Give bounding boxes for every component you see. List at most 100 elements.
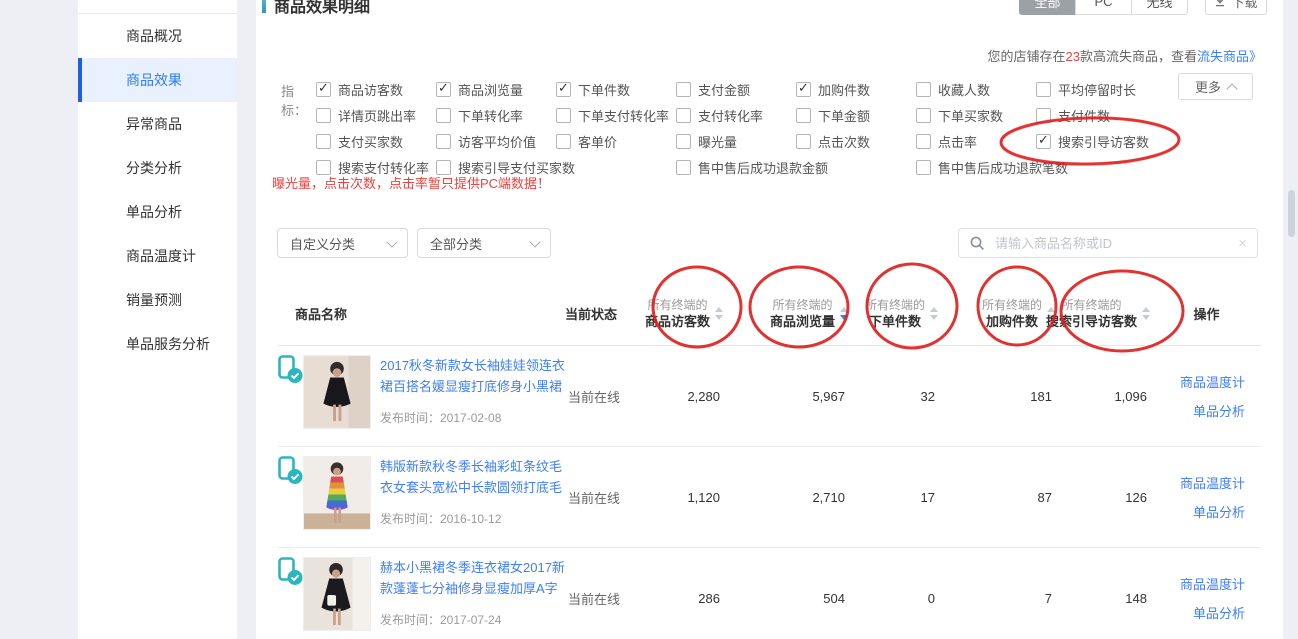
metric-checkbox[interactable]: 商品浏览量 xyxy=(436,80,556,99)
download-button[interactable]: 下载 xyxy=(1205,0,1267,15)
product-image[interactable] xyxy=(303,557,371,631)
segment-all-button[interactable]: 全部 xyxy=(1019,0,1076,15)
sidebar-item-product-effect[interactable]: 商品效果 xyxy=(78,58,237,102)
product-image[interactable] xyxy=(303,355,371,429)
metric-checkbox[interactable]: 访客平均价值 xyxy=(436,132,556,151)
table-row: 2017秋冬新款女长袖娃娃领连衣裙百搭名媛显瘦打底修身小黑裙 发布时间：2017… xyxy=(278,346,1261,447)
sort-asc-icon xyxy=(840,307,848,312)
scrollbar-thumb[interactable] xyxy=(1288,190,1295,237)
product-title-link[interactable]: 2017秋冬新款女长袖娃娃领连衣裙百搭名媛显瘦打底修身小黑裙 xyxy=(380,355,572,397)
metric-checkbox[interactable]: 点击次数 xyxy=(796,132,916,151)
checkbox-icon xyxy=(316,134,331,149)
checkbox-icon xyxy=(676,160,691,175)
single-item-analysis-link[interactable]: 单品分析 xyxy=(1193,401,1245,420)
sidebar-item-sales-forecast[interactable]: 销量预测 xyxy=(78,278,237,322)
product-table: 商品名称 当前状态 所有终端的商品访客数 所有终端的商品浏览量 所有终端的下单件… xyxy=(278,282,1261,639)
metric-checkbox-search-guided-visitors[interactable]: 搜索引导访客数 xyxy=(1036,132,1253,151)
metric-checkbox[interactable]: 支付金额 xyxy=(676,80,796,99)
sort-asc-icon xyxy=(930,307,938,312)
sort-control[interactable] xyxy=(840,307,848,320)
checkbox-icon xyxy=(1036,82,1051,97)
metric-checkbox[interactable]: 加购件数 xyxy=(796,80,916,99)
metric-value: 286 xyxy=(640,591,725,606)
metric-checkbox[interactable]: 下单转化率 xyxy=(436,106,556,125)
sidebar-item-product-overview[interactable]: 商品概况 xyxy=(78,14,237,58)
metric-checkbox[interactable]: 收藏人数 xyxy=(916,80,1036,99)
more-button[interactable]: 更多 xyxy=(1178,73,1253,100)
table-row: 赫本小黑裙冬季连衣裙女2017新款蓬蓬七分袖修身显瘦加厚A字 发布时间：2017… xyxy=(278,548,1261,639)
checkbox-icon xyxy=(796,82,811,97)
metric-checkbox[interactable]: 支付件数 xyxy=(1036,106,1253,125)
metric-checkbox[interactable]: 下单买家数 xyxy=(916,106,1036,125)
sort-desc-icon-active xyxy=(840,315,848,320)
mobile-verified-badge-icon xyxy=(278,557,303,586)
mobile-verified-badge-icon xyxy=(278,355,303,384)
metric-checkbox[interactable]: 下单支付转化率 xyxy=(556,106,676,125)
metric-checkbox[interactable]: 点击率 xyxy=(916,132,1036,151)
metric-checkbox[interactable]: 售中售后成功退款金额 xyxy=(676,158,916,177)
metric-selector: 指标： 商品访客数 商品浏览量 下单件数 支付金额 加购件数 收藏人数 平均停留… xyxy=(281,76,1253,180)
metrics-grid: 商品访客数 商品浏览量 下单件数 支付金额 加购件数 收藏人数 平均停留时长 详… xyxy=(316,76,1253,180)
churn-products-link[interactable]: 流失商品》 xyxy=(1197,49,1262,64)
checkbox-icon xyxy=(316,108,331,123)
product-thermometer-link[interactable]: 商品温度计 xyxy=(1180,574,1245,593)
checkbox-icon xyxy=(676,82,691,97)
metric-checkbox[interactable]: 客单价 xyxy=(556,132,676,151)
product-title-link[interactable]: 赫本小黑裙冬季连衣裙女2017新款蓬蓬七分袖修身显瘦加厚A字 xyxy=(380,557,572,599)
segment-wireless-button[interactable]: 无线 xyxy=(1131,0,1188,15)
checkbox-icon xyxy=(1036,134,1051,149)
col-order-items: 所有终端的下单件数 xyxy=(850,297,940,331)
sidebar-item-single-item-analysis[interactable]: 单品分析 xyxy=(78,190,237,234)
clear-search-icon[interactable]: × xyxy=(1238,236,1247,251)
metric-value: 2,280 xyxy=(640,389,725,404)
checkbox-icon xyxy=(436,134,451,149)
single-item-analysis-link[interactable]: 单品分析 xyxy=(1193,502,1245,521)
col-product-visitors: 所有终端的商品访客数 xyxy=(640,297,725,331)
sort-desc-icon xyxy=(930,315,938,320)
metric-checkbox[interactable]: 售中售后成功退款笔数 xyxy=(916,158,1253,177)
product-image[interactable] xyxy=(303,456,371,530)
metric-checkbox[interactable]: 曝光量 xyxy=(676,132,796,151)
metric-checkbox[interactable]: 支付转化率 xyxy=(676,106,796,125)
sidebar-item-product-thermometer[interactable]: 商品温度计 xyxy=(78,234,237,278)
col-actions: 操作 xyxy=(1152,304,1261,323)
col-cart-adds: 所有终端的加购件数 xyxy=(940,297,1057,331)
metric-checkbox[interactable]: 下单件数 xyxy=(556,80,676,99)
search-input[interactable] xyxy=(993,235,1230,252)
metric-value: 87 xyxy=(940,490,1057,505)
metric-value: 7 xyxy=(940,591,1057,606)
custom-category-select[interactable]: 自定义分类 xyxy=(277,228,408,258)
status-value: 当前在线 xyxy=(565,488,640,507)
sidebar-item-abnormal-products[interactable]: 异常商品 xyxy=(78,102,237,146)
sort-control[interactable] xyxy=(1142,307,1150,320)
sort-asc-icon xyxy=(1142,307,1150,312)
checkbox-icon xyxy=(676,134,691,149)
metric-checkbox[interactable]: 支付买家数 xyxy=(316,132,436,151)
product-thermometer-link[interactable]: 商品温度计 xyxy=(1180,372,1245,391)
table-header: 商品名称 当前状态 所有终端的商品访客数 所有终端的商品浏览量 所有终端的下单件… xyxy=(278,282,1261,346)
checkbox-icon xyxy=(676,108,691,123)
sort-desc-icon xyxy=(715,315,723,320)
title-accent-bar xyxy=(262,0,266,13)
sidebar-item-single-item-service[interactable]: 单品服务分析 xyxy=(78,322,237,366)
sidebar: 商品概况 商品效果 异常商品 分类分析 单品分析 商品温度计 销量预测 单品服务… xyxy=(78,0,237,639)
metric-checkbox[interactable]: 详情页跳出率 xyxy=(316,106,436,125)
page-title-text: 商品效果明细 xyxy=(274,0,370,17)
sidebar-item-category-analysis[interactable]: 分类分析 xyxy=(78,146,237,190)
checkbox-icon xyxy=(796,134,811,149)
product-title-link[interactable]: 韩版新款秋冬季长袖彩虹条纹毛衣女套头宽松中长款圆领打底毛 xyxy=(380,456,572,498)
chevron-down-icon xyxy=(529,236,540,247)
metric-checkbox[interactable]: 下单金额 xyxy=(796,106,916,125)
sort-control[interactable] xyxy=(930,307,938,320)
checkbox-icon xyxy=(556,134,571,149)
sort-control[interactable] xyxy=(715,307,723,320)
checkbox-icon xyxy=(556,82,571,97)
sidebar-menu: 商品概况 商品效果 异常商品 分类分析 单品分析 商品温度计 销量预测 单品服务… xyxy=(78,13,237,366)
single-item-analysis-link[interactable]: 单品分析 xyxy=(1193,603,1245,622)
all-category-select[interactable]: 全部分类 xyxy=(417,228,551,258)
pc-only-note: 曝光量，点击次数，点击率暂只提供PC端数据！ xyxy=(272,173,550,192)
product-thermometer-link[interactable]: 商品温度计 xyxy=(1180,473,1245,492)
metric-checkbox[interactable]: 商品访客数 xyxy=(316,80,436,99)
segment-pc-button[interactable]: PC xyxy=(1075,0,1132,15)
metrics-label: 指标： xyxy=(281,76,316,180)
